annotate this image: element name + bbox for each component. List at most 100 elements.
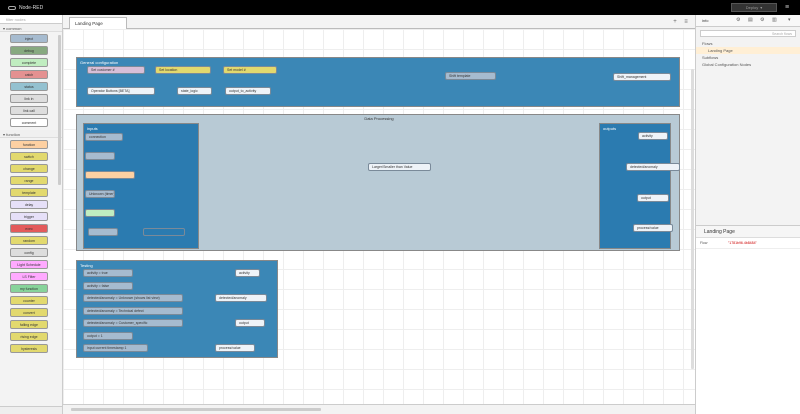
debug-icon[interactable]: ⚙ bbox=[736, 17, 740, 23]
testing-output-node-1[interactable]: activity bbox=[235, 269, 260, 277]
tab-list-icon[interactable]: ≡ bbox=[682, 18, 690, 26]
sidebar: info ⚙ ▤ ⚙ ▥ ▾ Search flows Flows Landin… bbox=[695, 15, 800, 414]
group-label: Data Processing bbox=[364, 116, 394, 121]
sidebar-search-input[interactable]: Search flows bbox=[700, 30, 796, 37]
info-property-row: Flow "1781b96.4b8484" bbox=[696, 238, 800, 249]
canvas-vertical-scrollbar[interactable] bbox=[691, 69, 694, 369]
sidebar-tabs: info ⚙ ▤ ⚙ ▥ ▾ bbox=[696, 15, 800, 27]
testing-inject-node[interactable]: activity = false bbox=[83, 281, 133, 290]
palette-node-delay[interactable]: delay bbox=[10, 200, 48, 209]
info-panel: Landing Page Flow "1781b96.4b8484" bbox=[696, 225, 800, 414]
palette-node-switch[interactable]: switch bbox=[10, 152, 48, 161]
testing-inject-node[interactable]: activity = true bbox=[83, 269, 133, 277]
output-node-1[interactable]: activity bbox=[638, 132, 668, 140]
palette-node-convert[interactable]: convert bbox=[10, 308, 48, 317]
palette-search-input[interactable]: filter nodes bbox=[0, 15, 62, 24]
add-tab-icon[interactable]: + bbox=[671, 18, 679, 26]
node-switch-compare[interactable]: Larger/Smaller than Value bbox=[368, 163, 431, 171]
input-node[interactable] bbox=[85, 209, 115, 217]
node-output-to-activity[interactable]: output_to_activity bbox=[225, 87, 271, 95]
output-node-3[interactable]: output bbox=[637, 194, 669, 202]
flow-tab-bar: Landing Page + ≡ bbox=[63, 15, 695, 29]
palette-node-random[interactable]: random bbox=[10, 236, 48, 245]
node-shift-template[interactable]: Shift template bbox=[445, 72, 496, 80]
app-title: Node-RED bbox=[19, 4, 44, 11]
trash-icon[interactable]: ▥ bbox=[772, 17, 777, 23]
testing-output-node-2[interactable]: detected/anomaly bbox=[215, 294, 267, 302]
testing-output-node-3[interactable]: output bbox=[235, 319, 265, 327]
palette-node-template[interactable]: template bbox=[10, 188, 48, 197]
group-label: General configuration bbox=[80, 60, 119, 65]
palette-node-config[interactable]: config bbox=[10, 248, 48, 257]
node-set-model[interactable]: Set model # bbox=[223, 66, 277, 74]
palette-node-function[interactable]: function bbox=[10, 140, 48, 149]
chevron-down-icon[interactable]: ▾ bbox=[788, 17, 791, 23]
palette-node-range[interactable]: range bbox=[10, 176, 48, 185]
palette-node-counter[interactable]: counter bbox=[10, 296, 48, 305]
palette-node-falling-edge[interactable]: falling edge bbox=[10, 320, 48, 329]
tab-info[interactable]: info bbox=[702, 18, 708, 23]
input-node[interactable]: Unknown (timer) bbox=[85, 190, 115, 198]
app-logo: Node-RED bbox=[8, 5, 43, 11]
testing-output-node-4[interactable]: process/value bbox=[215, 344, 255, 352]
testing-inject-node[interactable]: detected/anomaly = Technical defect bbox=[83, 306, 183, 315]
palette-node-ls-filter[interactable]: LS Filter bbox=[10, 272, 48, 281]
palette-footer bbox=[0, 406, 62, 414]
input-node[interactable] bbox=[88, 228, 118, 236]
testing-inject-node[interactable]: detected/anomaly = Unknown (shows list v… bbox=[83, 294, 183, 302]
node-set-customer[interactable]: Set customer # bbox=[87, 66, 145, 74]
gear-icon[interactable]: ⚙ bbox=[760, 17, 764, 23]
chevron-down-icon[interactable]: ▾ bbox=[760, 5, 762, 10]
group-label: outputs bbox=[603, 126, 617, 131]
palette-category-common[interactable]: ▾ common bbox=[0, 24, 62, 32]
node-set-location[interactable]: Set location bbox=[155, 66, 211, 74]
tab-landing-page[interactable]: Landing Page bbox=[69, 17, 127, 29]
palette-node-catch[interactable]: catch bbox=[10, 70, 48, 79]
palette-node-rising-edge[interactable]: rising edge bbox=[10, 332, 48, 341]
info-title: Landing Page bbox=[696, 226, 800, 238]
input-node[interactable]: connection bbox=[85, 133, 123, 141]
input-node[interactable] bbox=[143, 228, 185, 236]
palette-node-trigger[interactable]: trigger bbox=[10, 212, 48, 221]
palette-node-comment[interactable]: comment bbox=[10, 118, 48, 127]
input-node[interactable] bbox=[85, 152, 115, 160]
node-operator-buttons[interactable]: Operator Buttons [BETA] bbox=[87, 87, 155, 95]
tree-landing-page[interactable]: Landing Page bbox=[696, 47, 800, 54]
deploy-button[interactable]: Deploy ▾ bbox=[731, 3, 777, 12]
palette-node-exec[interactable]: exec bbox=[10, 224, 48, 233]
output-node-4[interactable]: process/value bbox=[633, 224, 673, 232]
node-state-logic[interactable]: state_logic bbox=[177, 87, 212, 95]
palette-node-debug[interactable]: debug bbox=[10, 46, 48, 55]
header-bar: Node-RED Deploy ▾ ≡ bbox=[0, 0, 800, 15]
tree-subflows[interactable]: Subflows bbox=[696, 54, 800, 61]
testing-inject-node[interactable]: input current timestamp 1 bbox=[83, 344, 148, 352]
group-label: inputs bbox=[87, 126, 98, 131]
palette-node-link-in[interactable]: link in bbox=[10, 94, 48, 103]
canvas-horizontal-scrollbar[interactable] bbox=[71, 408, 321, 411]
palette-node-light-schedule[interactable]: Light Schedule bbox=[10, 260, 48, 269]
palette-node-change[interactable]: change bbox=[10, 164, 48, 173]
palette-node-link-call[interactable]: link call bbox=[10, 106, 48, 115]
workspace-footer bbox=[63, 404, 695, 414]
input-node[interactable] bbox=[85, 171, 135, 179]
node-shift-management[interactable]: Shift_management bbox=[613, 73, 671, 81]
deploy-label: Deploy bbox=[745, 5, 759, 10]
group-label: Testing bbox=[80, 263, 93, 268]
testing-inject-node[interactable]: detected/anomaly = Customer_specific bbox=[83, 319, 183, 327]
workspace: Landing Page + ≡ General configuration S… bbox=[63, 15, 695, 414]
palette-node-status[interactable]: status bbox=[10, 82, 48, 91]
palette-scrollbar[interactable] bbox=[58, 35, 61, 185]
palette-node-hysteresis[interactable]: hysteresis bbox=[10, 344, 48, 353]
flow-canvas[interactable]: General configuration Set customer # Set… bbox=[63, 29, 695, 404]
main-menu-icon[interactable]: ≡ bbox=[782, 3, 792, 12]
book-icon[interactable]: ▤ bbox=[748, 17, 753, 23]
tree-global-config[interactable]: Global Configuration Nodes bbox=[696, 61, 800, 68]
palette-node-my-function[interactable]: my function bbox=[10, 284, 48, 293]
testing-inject-node[interactable]: output = 1 bbox=[83, 331, 133, 340]
group-general-configuration[interactable]: General configuration Set customer # Set… bbox=[76, 57, 680, 107]
palette-node-complete[interactable]: complete bbox=[10, 58, 48, 67]
output-node-2[interactable]: detected/anomaly bbox=[626, 163, 680, 171]
palette-node-inject[interactable]: inject bbox=[10, 34, 48, 43]
palette-category-function[interactable]: ▾ function bbox=[0, 130, 62, 138]
tree-flows[interactable]: Flows bbox=[696, 40, 800, 47]
